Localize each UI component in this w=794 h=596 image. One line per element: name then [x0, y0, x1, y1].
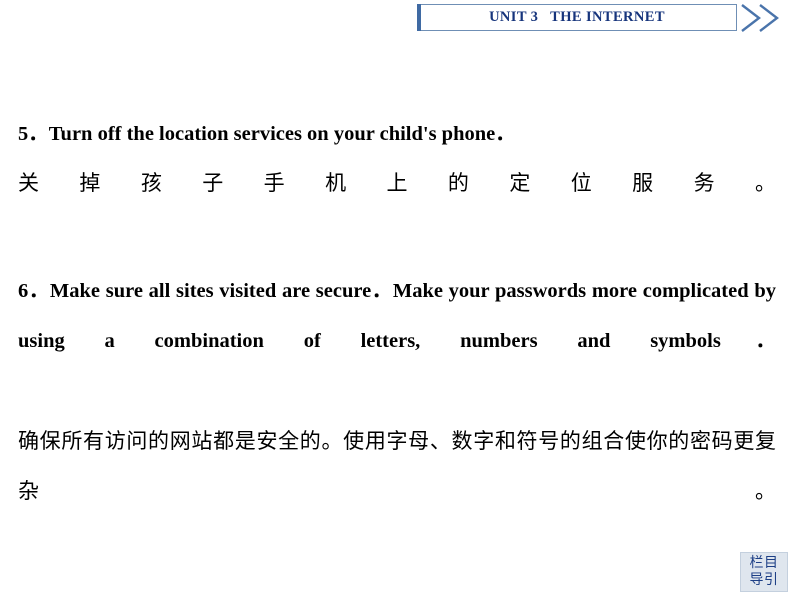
section-guide-badge[interactable]: 栏目 导引	[740, 552, 788, 592]
tip-5-chinese: 关掉孩子手机上的定位服务。	[18, 171, 776, 195]
page-header: UNIT 3 THE INTERNET	[0, 0, 794, 40]
double-chevron-right-icon	[738, 1, 792, 35]
tip-item-6: 6．Make sure all sites visited are secure…	[18, 266, 776, 566]
tip-item-5: 5．Turn off the location services on your…	[18, 110, 776, 258]
unit-title-banner: UNIT 3 THE INTERNET	[417, 4, 737, 31]
lesson-content: 5．Turn off the location services on your…	[18, 110, 776, 568]
badge-line-1: 栏目	[749, 555, 779, 571]
tip-6-chinese: 确保所有访问的网站都是安全的。使用字母、数字和符号的组合使你的密码更复杂。	[18, 429, 776, 503]
badge-line-2: 导引	[749, 572, 779, 588]
tip-5-english: 5．Turn off the location services on your…	[18, 123, 516, 145]
tip-6-english: 6．Make sure all sites visited are secure…	[18, 280, 776, 352]
unit-title-text: UNIT 3 THE INTERNET	[489, 9, 665, 25]
banner-accent-bar	[417, 4, 421, 31]
